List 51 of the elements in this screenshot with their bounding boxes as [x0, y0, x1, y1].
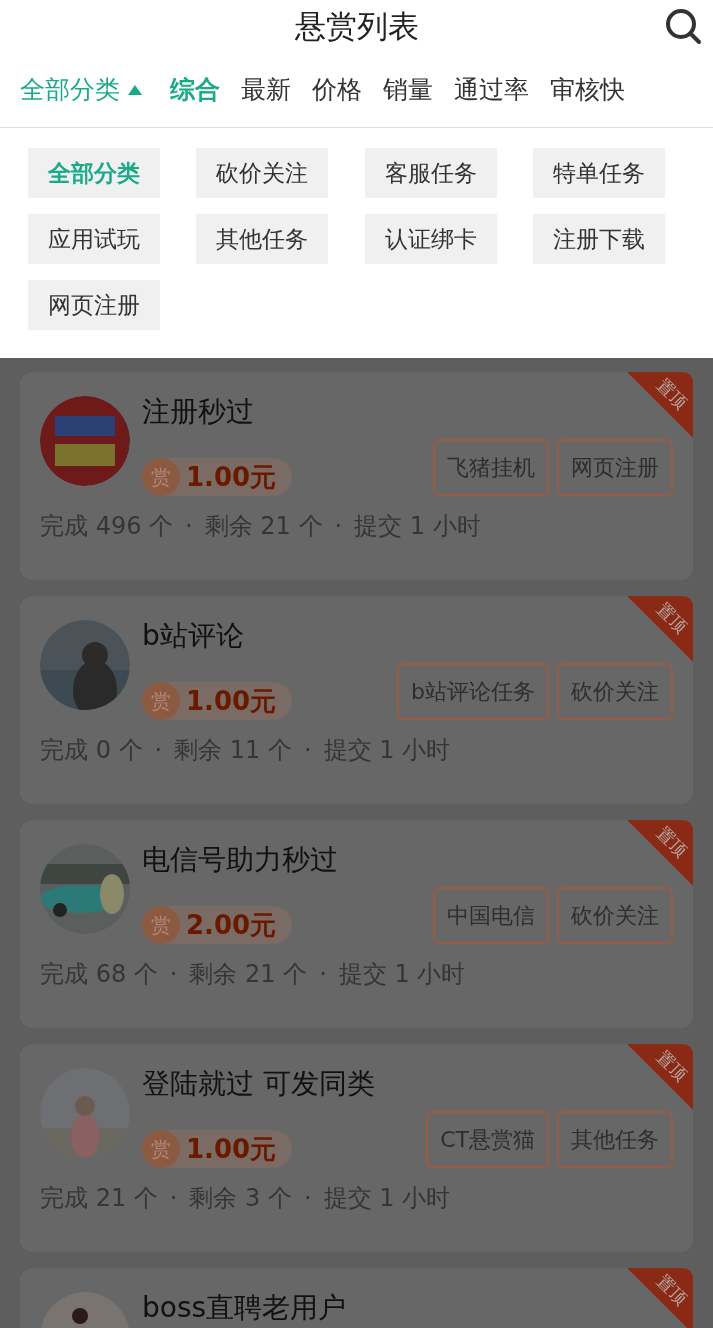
separator-dot: ·	[319, 959, 327, 990]
task-title: b站评论	[142, 622, 245, 650]
separator-dot: ·	[303, 1183, 312, 1214]
task-title: 电信号助力秒过	[142, 846, 339, 874]
separator-dot: ·	[303, 735, 312, 766]
reward-icon: 赏	[142, 682, 180, 720]
category-tag: 飞猪挂机	[433, 439, 549, 496]
sort-tab[interactable]: 销量	[383, 70, 433, 109]
reward-price: 1.00元	[186, 460, 277, 494]
category-chip[interactable]: 应用试玩	[28, 214, 160, 264]
category-chip[interactable]: 其他任务	[196, 214, 329, 264]
separator-dot: ·	[169, 959, 178, 990]
category-tag: 砍价关注	[557, 887, 673, 944]
category-tag: 其他任务	[557, 1111, 673, 1168]
sort-tab[interactable]: 最新	[241, 70, 291, 109]
caret-icon	[128, 84, 142, 95]
category-chip[interactable]: 特单任务	[532, 148, 665, 198]
reward-price: 1.00元	[186, 684, 277, 718]
category-tag: CT悬赏猫	[426, 1111, 549, 1168]
category-chip[interactable]: 认证绑卡	[364, 214, 497, 264]
pinned-label: 置顶	[653, 824, 691, 861]
separator-dot: ·	[185, 511, 193, 542]
task-title: boss直聘老用户	[142, 1294, 348, 1322]
task-card[interactable]: 置顶 boss直聘老用户	[20, 1268, 693, 1328]
reward-icon: 赏	[142, 458, 180, 496]
search-icon[interactable]	[665, 8, 703, 46]
reward-price: 2.00元	[186, 908, 277, 942]
pinned-label: 置顶	[653, 376, 691, 413]
category-tag: 砍价关注	[557, 663, 673, 720]
pinned-label: 置顶	[653, 1272, 691, 1309]
pinned-label: 置顶	[653, 1048, 691, 1085]
task-title: 注册秒过	[142, 398, 255, 426]
sort-tab[interactable]: 审核快	[550, 70, 625, 109]
category-chip[interactable]: 客服任务	[364, 148, 497, 198]
category-tag: 网页注册	[557, 439, 673, 496]
pinned-label: 置顶	[653, 600, 691, 637]
separator-dot: ·	[154, 735, 163, 766]
category-chip[interactable]: 砍价关注	[196, 148, 329, 198]
task-title: 登陆就过 可发同类	[142, 1070, 376, 1098]
separator-dot: ·	[169, 1183, 178, 1214]
separator-dot: ·	[334, 511, 343, 542]
reward-icon: 赏	[142, 906, 180, 944]
category-chip[interactable]: 注册下载	[532, 214, 665, 264]
category-chip[interactable]: 网页注册	[28, 280, 160, 330]
category-tag: b站评论任务	[397, 663, 549, 720]
page-title: 悬赏列表	[294, 6, 419, 46]
reward-price: 1.00元	[186, 1132, 277, 1166]
reward-icon: 赏	[142, 1130, 180, 1168]
sort-tab[interactable]: 价格	[312, 70, 362, 109]
sort-tab[interactable]: 通过率	[454, 70, 529, 109]
category-tag: 中国电信	[433, 887, 549, 944]
